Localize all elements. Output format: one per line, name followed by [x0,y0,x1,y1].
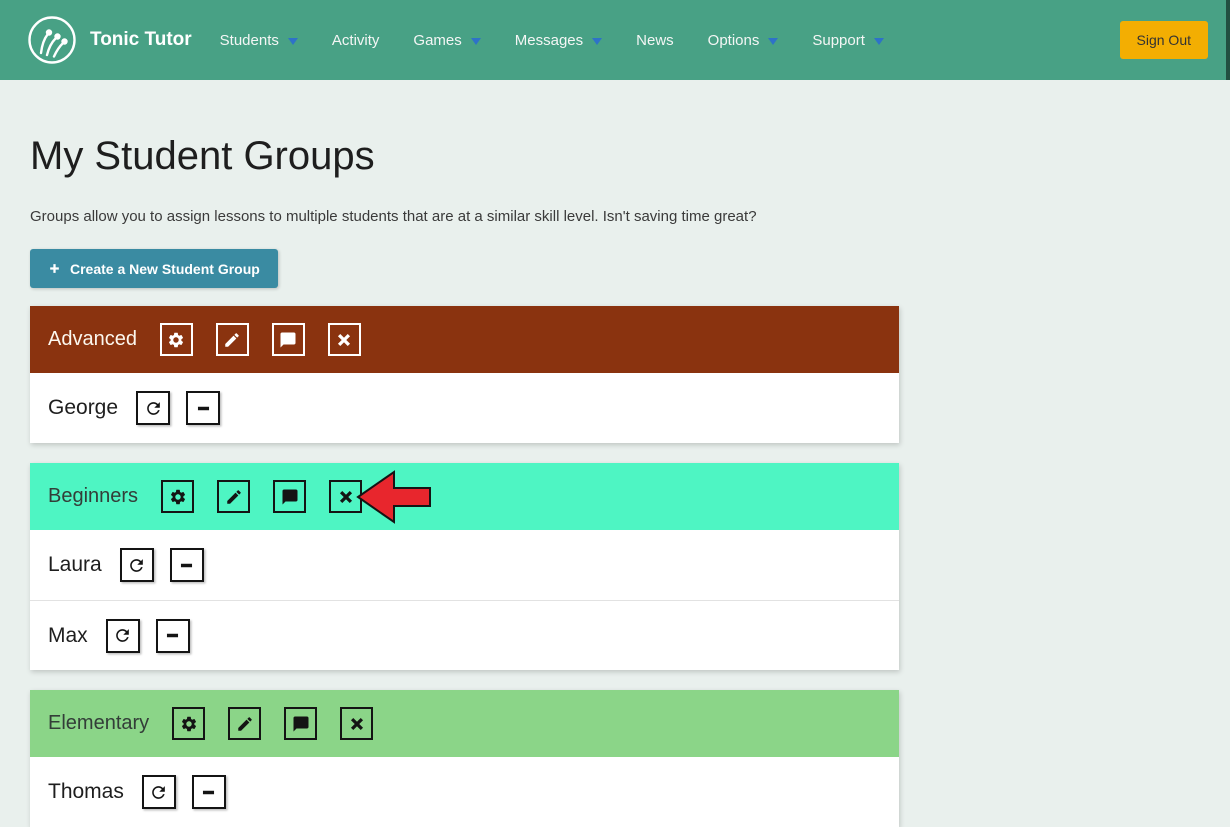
plus-icon [50,264,59,273]
student-remove-button[interactable] [169,548,204,582]
group-delete-button[interactable] [329,480,363,513]
nav-support[interactable]: Support [812,32,884,49]
student-row: Thomas [30,757,899,827]
minus-icon [197,406,209,410]
group-settings-button[interactable] [172,707,206,740]
group-name: Advanced [48,328,137,350]
group-panel-advanced: Advanced George [30,306,899,443]
group-panel-beginners: Beginners Laura Max [30,463,899,670]
student-refresh-button[interactable] [141,775,176,809]
group-delete-button[interactable] [340,707,374,740]
student-row: Laura [30,530,899,600]
student-name: Thomas [48,780,124,803]
refresh-icon [130,558,144,572]
group-message-button[interactable] [273,480,307,513]
main-content: My Student Groups Groups allow you to as… [0,134,1230,827]
group-delete-button[interactable] [327,323,361,356]
student-remove-button[interactable] [155,618,190,653]
page-description: Groups allow you to assign lessons to mu… [30,208,757,225]
comment-icon [280,332,296,347]
group-panel-elementary: Elementary Thomas [30,690,899,827]
student-row: George [30,373,899,443]
red-arrow-annotation [356,470,431,524]
refresh-icon [152,785,166,799]
chevron-down-icon [470,38,481,45]
student-name: George [48,396,119,419]
comment-icon [293,716,309,731]
pencil-icon [226,489,241,504]
group-list: Advanced George Beginners Laura Max Elem… [30,306,1200,827]
group-edit-button[interactable] [215,323,249,356]
scrollbar-thumb[interactable] [1226,0,1230,80]
tonic-tutor-logo-icon[interactable] [27,15,77,65]
student-refresh-button[interactable] [119,548,154,582]
brand-name[interactable]: Tonic Tutor [90,29,192,51]
group-header: Elementary [30,690,899,757]
minus-icon [167,633,179,638]
group-header: Beginners [30,463,899,530]
student-remove-button[interactable] [191,775,226,809]
student-name: Max [48,623,88,647]
create-group-button[interactable]: Create a New Student Group [30,249,278,288]
minus-icon [181,563,193,567]
chevron-down-icon [592,38,603,45]
chevron-down-icon [873,38,884,45]
nav-news[interactable]: News [636,32,674,49]
minus-icon [203,790,215,794]
group-message-button[interactable] [284,707,318,740]
student-refresh-button[interactable] [105,618,140,653]
nav-messages[interactable]: Messages [515,32,603,49]
pencil-icon [225,332,240,347]
x-icon [350,717,363,730]
group-settings-button[interactable] [161,480,195,513]
group-message-button[interactable] [271,323,305,356]
group-settings-button[interactable] [159,323,193,356]
group-edit-button[interactable] [217,480,251,513]
group-name: Elementary [48,712,150,734]
nav-students[interactable]: Students [220,32,298,49]
chevron-down-icon [287,38,298,45]
nav-activity[interactable]: Activity [332,32,380,49]
gear-icon [181,716,196,731]
student-name: Laura [48,553,102,576]
navbar: Tonic Tutor Students Activity Games Mess… [0,0,1230,80]
refresh-icon [116,629,130,642]
nav-options[interactable]: Options [708,32,779,49]
page-title: My Student Groups [30,134,375,178]
group-edit-button[interactable] [228,707,262,740]
group-header: Advanced [30,306,899,373]
group-name: Beginners [48,485,139,507]
comment-icon [282,489,298,504]
gear-icon [169,332,184,347]
nav-games[interactable]: Games [413,32,481,49]
sign-out-button[interactable]: Sign Out [1119,21,1208,59]
x-icon [338,333,351,346]
gear-icon [170,489,185,504]
student-row: Max [30,600,899,670]
chevron-down-icon [768,38,779,45]
student-remove-button[interactable] [186,391,221,425]
refresh-icon [146,401,160,415]
pencil-icon [237,716,252,731]
x-icon [339,490,352,503]
main-nav: Students Activity Games Messages News Op… [220,32,884,49]
student-refresh-button[interactable] [136,391,171,425]
